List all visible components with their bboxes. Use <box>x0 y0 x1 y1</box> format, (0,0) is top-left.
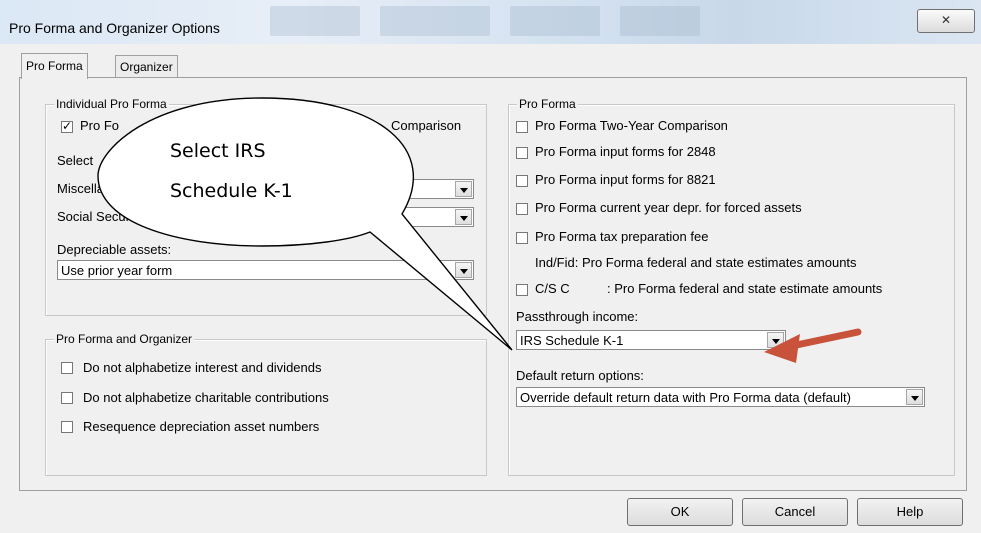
tab-pro-forma[interactable]: Pro Forma <box>21 53 88 79</box>
callout-text-line1: Select IRS <box>170 140 266 162</box>
options-dialog: Pro Forma and Organizer Options ✕ Pro Fo… <box>0 0 981 533</box>
tab-label: Pro Forma <box>26 59 83 73</box>
callout-overlay <box>97 97 862 363</box>
callout-bubble <box>97 97 513 351</box>
callout-text-line2: Schedule K-1 <box>170 180 293 202</box>
red-arrow-icon <box>764 328 862 363</box>
